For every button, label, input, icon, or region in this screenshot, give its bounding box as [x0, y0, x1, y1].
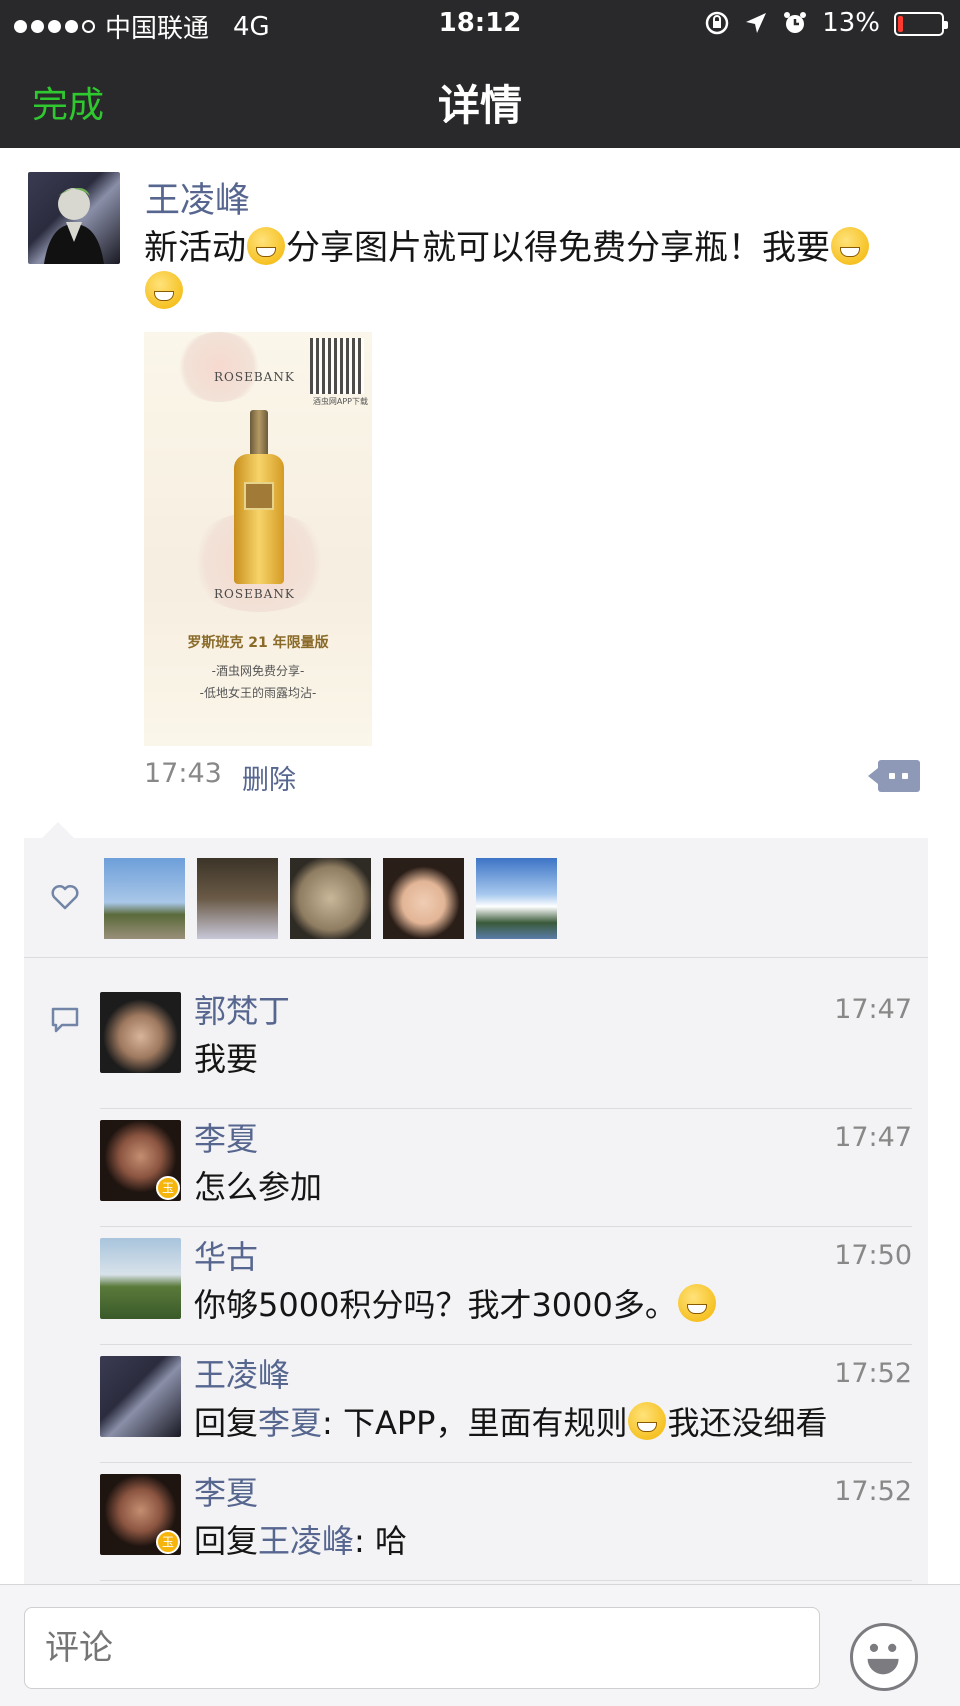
liker-list: [104, 858, 557, 939]
divider: [100, 1580, 912, 1581]
comment-text: 我要: [194, 1040, 259, 1078]
delete-button[interactable]: 删除: [242, 758, 296, 797]
battery-percent: 13%: [822, 8, 880, 38]
image-title: 罗斯班克 21 年限量版: [187, 635, 329, 651]
page-title: 详情: [437, 81, 522, 130]
comment-input[interactable]: [24, 1607, 820, 1689]
comment-text: 怎么参加: [194, 1168, 323, 1206]
post-text: 新活动 分享图片就可以得免费分享瓶！我要: [144, 226, 934, 314]
status-right: 13%: [704, 8, 948, 38]
vip-badge-icon: 玉: [156, 1530, 180, 1554]
brand-bottom: ROSEBANK: [214, 587, 295, 601]
shush-emoji-icon: [628, 1402, 667, 1440]
liker-avatar[interactable]: [290, 858, 371, 939]
divider: [100, 1226, 912, 1227]
comment-time: 17:47: [834, 994, 912, 1025]
divider: [24, 957, 928, 958]
shush-emoji-icon: [247, 227, 285, 265]
commenter-name[interactable]: 华古: [194, 1232, 258, 1278]
divider: [100, 1108, 912, 1109]
flower-decoration: [174, 332, 264, 402]
divider: [100, 1344, 912, 1345]
post-time: 17:43: [144, 758, 222, 789]
reply-target-name[interactable]: 李夏: [258, 1404, 322, 1442]
commenter-avatar[interactable]: 玉: [100, 1120, 181, 1201]
whisky-bottle-icon: [234, 410, 284, 585]
comment-time: 17:52: [834, 1476, 912, 1507]
emoji-button-icon[interactable]: [850, 1623, 918, 1691]
brand-top: ROSEBANK: [214, 370, 295, 384]
battery-icon: [894, 12, 948, 36]
rotation-lock-icon: [705, 11, 729, 35]
comment-text-body: : 哈: [354, 1522, 407, 1560]
commenter-avatar[interactable]: [100, 1238, 181, 1319]
reply-prefix: 回复: [194, 1404, 259, 1442]
heart-icon: [51, 884, 79, 910]
grin-emoji-icon: [831, 227, 869, 265]
comment-time: 17:47: [834, 1122, 912, 1153]
commenter-avatar[interactable]: [100, 992, 181, 1073]
vip-badge-icon: 玉: [156, 1176, 180, 1200]
alarm-icon: [784, 12, 807, 33]
reply-prefix: 回复: [194, 1522, 259, 1560]
qr-label: 酒虫网APP下载: [312, 397, 368, 406]
post-text-part1: 新活动: [144, 228, 246, 268]
liker-avatar[interactable]: [383, 858, 464, 939]
grin-emoji-icon: [145, 271, 183, 309]
image-line2: -低地女王的雨露均沾-: [199, 686, 317, 700]
author-avatar[interactable]: [28, 172, 120, 264]
comment-text-body: 你够5000积分吗？我才3000多。: [194, 1286, 677, 1324]
comment-text: 回复王凌峰: 哈: [194, 1516, 407, 1562]
qr-code: [310, 338, 364, 394]
tears-emoji-icon: [677, 1284, 716, 1322]
liker-avatar[interactable]: [104, 858, 185, 939]
comment-text: 回复李夏: 下APP，里面有规则 我还没细看: [194, 1398, 828, 1444]
reply-target-name[interactable]: 王凌峰: [258, 1522, 354, 1560]
location-icon: [746, 13, 767, 33]
commenter-name[interactable]: 郭梵丁: [194, 986, 290, 1032]
liker-avatar[interactable]: [197, 858, 278, 939]
comment-time: 17:52: [834, 1358, 912, 1389]
author-name[interactable]: 王凌峰: [145, 172, 250, 223]
comment-text: 你够5000积分吗？我才3000多。: [194, 1280, 717, 1326]
comment-toggle-button[interactable]: [868, 760, 920, 792]
divider: [100, 1462, 912, 1463]
commenter-avatar[interactable]: [100, 1356, 181, 1437]
status-bar: 中国联通 4G 18:12 13%: [0, 0, 960, 48]
comment-text-body: : 下APP，里面有规则: [322, 1404, 628, 1442]
post-text-part2: 分享图片就可以得免费分享瓶！我要: [286, 228, 830, 268]
comment-icon: [51, 1007, 79, 1033]
liker-avatar[interactable]: [476, 858, 557, 939]
comment-input-bar: [0, 1584, 960, 1706]
comment-text-tail: 我还没细看: [667, 1404, 828, 1442]
commenter-avatar[interactable]: 玉: [100, 1474, 181, 1555]
commenter-name[interactable]: 王凌峰: [194, 1350, 290, 1396]
nav-bar: 完成 详情: [0, 48, 960, 148]
commenter-name[interactable]: 李夏: [194, 1468, 258, 1514]
panel-arrow: [42, 822, 74, 838]
post-image[interactable]: 酒虫网APP下载 ROSEBANK ROSEBANK 罗斯班克 21 年限量版 …: [144, 332, 372, 746]
interaction-panel: 郭梵丁 17:47 我要 玉 李夏 17:47 怎么参加 华古 17:50 你够…: [24, 838, 928, 1584]
image-line1: -酒虫网免费分享-: [211, 664, 305, 678]
commenter-name[interactable]: 李夏: [194, 1114, 258, 1160]
comment-time: 17:50: [834, 1240, 912, 1271]
